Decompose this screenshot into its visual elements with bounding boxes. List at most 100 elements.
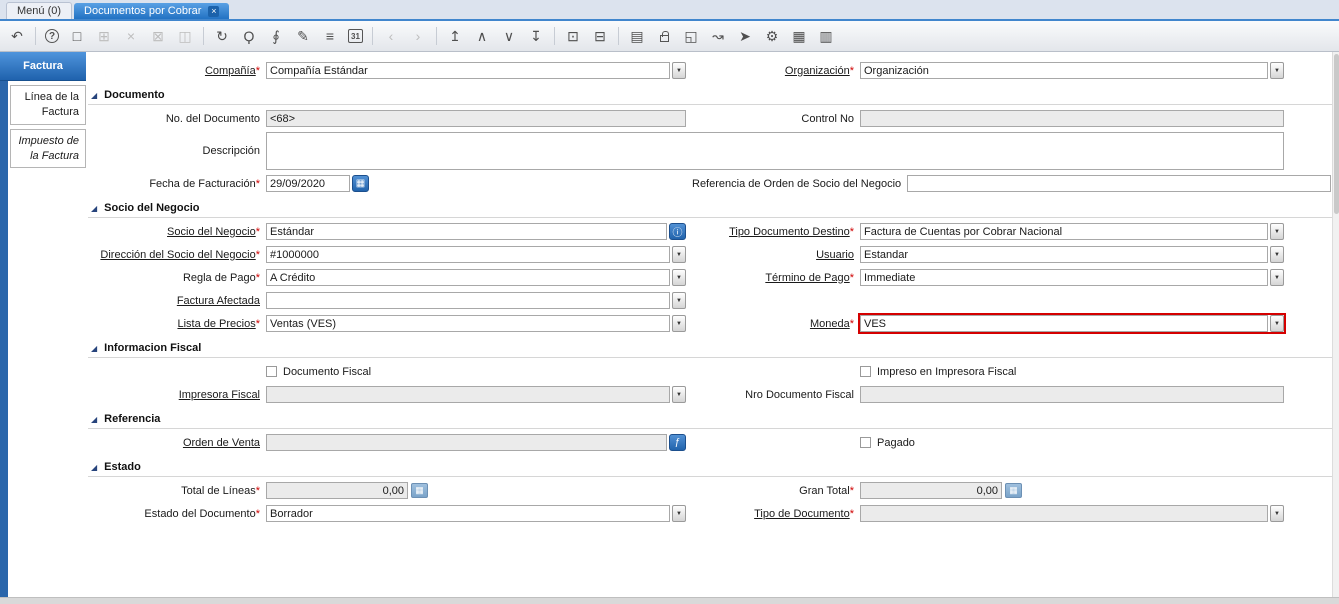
close-tab-icon[interactable]: × — [208, 5, 220, 17]
product-info-icon[interactable]: ▦ — [790, 27, 808, 45]
next-tab-icon[interactable]: › — [409, 27, 427, 45]
referencia-orden-input[interactable] — [907, 175, 1332, 192]
impresora-fiscal-input[interactable] — [266, 386, 670, 403]
moneda-dropdown-button[interactable]: ▼ — [1270, 315, 1284, 332]
delete-selection-icon[interactable]: ⊠ — [149, 27, 167, 45]
impresora-fiscal-label[interactable]: Impresora Fiscal — [86, 389, 260, 401]
next-record-icon[interactable]: ∨ — [500, 27, 518, 45]
pagado-checkbox[interactable] — [860, 437, 871, 448]
business-partner-search-button[interactable]: ⓘ — [669, 223, 686, 240]
tab-factura[interactable]: Factura — [0, 52, 86, 81]
delete-record-icon[interactable]: × — [122, 27, 140, 45]
find-icon[interactable]: Ϙ — [240, 27, 258, 45]
direccion-socio-dropdown-button[interactable]: ▼ — [672, 246, 686, 263]
compania-input[interactable] — [266, 62, 670, 79]
estado-documento-dropdown-button[interactable]: ▼ — [672, 505, 686, 522]
direccion-socio-input[interactable] — [266, 246, 670, 263]
orden-venta-zoom-button[interactable]: ƒ — [669, 434, 686, 451]
detail-record-icon[interactable]: ⊟ — [591, 27, 609, 45]
workflow-icon[interactable]: ↝ — [709, 27, 727, 45]
compania-dropdown-button[interactable]: ▼ — [672, 62, 686, 79]
report-icon[interactable]: ▥ — [817, 27, 835, 45]
last-record-icon[interactable]: ↧ — [527, 27, 545, 45]
termino-pago-dropdown-button[interactable]: ▼ — [1270, 269, 1284, 286]
nro-doc-fiscal-input[interactable] — [860, 386, 1284, 403]
documento-fiscal-checkbox[interactable] — [266, 366, 277, 377]
usuario-label[interactable]: Usuario — [692, 249, 854, 261]
scrollbar-thumb[interactable] — [1334, 54, 1339, 214]
zoom-across-icon[interactable]: ◱ — [682, 27, 700, 45]
previous-tab-icon[interactable]: ‹ — [382, 27, 400, 45]
tab-impuesto-factura[interactable]: Impuesto de la Factura — [10, 128, 86, 169]
tipo-documento-label[interactable]: Tipo de Documento* — [692, 508, 854, 520]
tipo-doc-destino-label[interactable]: Tipo Documento Destino* — [692, 226, 854, 238]
tab-linea-factura[interactable]: Línea de la Factura — [10, 85, 86, 125]
socio-negocio-label[interactable]: Socio del Negocio* — [86, 226, 260, 238]
tipo-doc-destino-input[interactable] — [860, 223, 1268, 240]
impresora-fiscal-dropdown-button[interactable]: ▼ — [672, 386, 686, 403]
socio-negocio-input[interactable] — [266, 223, 667, 240]
compania-label[interactable]: Compañía* — [86, 65, 260, 77]
usuario-input[interactable] — [860, 246, 1268, 263]
undo-icon[interactable]: ↶ — [8, 27, 26, 45]
tipo-documento-input[interactable] — [860, 505, 1268, 522]
date-picker-button[interactable]: ▦ — [352, 175, 369, 192]
no-documento-input[interactable] — [266, 110, 686, 127]
grid-toggle-icon[interactable]: ≡ — [321, 27, 339, 45]
parent-record-icon[interactable]: ⊡ — [564, 27, 582, 45]
lista-precios-input[interactable] — [266, 315, 670, 332]
gran-total-input[interactable] — [860, 482, 1002, 499]
tab-sidebar: Factura Línea de la Factura Impuesto de … — [0, 52, 86, 169]
descripcion-textarea[interactable] — [266, 132, 1284, 170]
lock-icon[interactable] — [655, 27, 673, 45]
collapse-arrow-icon[interactable]: ◢ — [91, 415, 97, 424]
orden-venta-label[interactable]: Orden de Venta — [86, 437, 260, 449]
refresh-icon[interactable]: ↻ — [213, 27, 231, 45]
attachment-icon[interactable]: ∮ — [267, 27, 285, 45]
factura-afectada-input[interactable] — [266, 292, 670, 309]
new-record-icon[interactable]: □ — [68, 27, 86, 45]
collapse-arrow-icon[interactable]: ◢ — [91, 344, 97, 353]
termino-pago-input[interactable] — [860, 269, 1268, 286]
usuario-dropdown-button[interactable]: ▼ — [1270, 246, 1284, 263]
previous-record-icon[interactable]: ∧ — [473, 27, 491, 45]
termino-pago-label[interactable]: Término de Pago* — [692, 272, 854, 284]
preferences-icon[interactable]: ⚙ — [763, 27, 781, 45]
collapse-arrow-icon[interactable]: ◢ — [91, 91, 97, 100]
calculator-button[interactable]: ▦ — [1005, 483, 1022, 498]
calculator-button[interactable]: ▦ — [411, 483, 428, 498]
copy-record-icon[interactable]: ⊞ — [95, 27, 113, 45]
organizacion-dropdown-button[interactable]: ▼ — [1270, 62, 1284, 79]
estado-documento-input[interactable] — [266, 505, 670, 522]
factura-afectada-label[interactable]: Factura Afectada — [86, 295, 260, 307]
regla-pago-dropdown-button[interactable]: ▼ — [672, 269, 686, 286]
lista-precios-dropdown-button[interactable]: ▼ — [672, 315, 686, 332]
organizacion-input[interactable] — [860, 62, 1268, 79]
control-no-input[interactable] — [860, 110, 1284, 127]
window-tab-documentos[interactable]: Documentos por Cobrar × — [74, 3, 230, 19]
save-icon[interactable]: ◫ — [176, 27, 194, 45]
moneda-label[interactable]: Moneda* — [692, 318, 854, 330]
lista-precios-label[interactable]: Lista de Precios* — [86, 318, 260, 330]
total-lineas-input[interactable] — [266, 482, 408, 499]
collapse-arrow-icon[interactable]: ◢ — [91, 204, 97, 213]
collapse-arrow-icon[interactable]: ◢ — [91, 463, 97, 472]
tipo-doc-destino-dropdown-button[interactable]: ▼ — [1270, 223, 1284, 240]
orden-venta-input[interactable] — [266, 434, 667, 451]
direccion-socio-label[interactable]: Dirección del Socio del Negocio* — [86, 249, 260, 261]
regla-pago-input[interactable] — [266, 269, 670, 286]
fecha-facturacion-input[interactable] — [266, 175, 350, 192]
impreso-fiscal-checkbox[interactable] — [860, 366, 871, 377]
factura-afectada-dropdown-button[interactable]: ▼ — [672, 292, 686, 309]
organizacion-label[interactable]: Organización* — [692, 65, 854, 77]
print-icon[interactable]: ▤ — [628, 27, 646, 45]
tipo-documento-dropdown-button[interactable]: ▼ — [1270, 505, 1284, 522]
first-record-icon[interactable]: ↥ — [446, 27, 464, 45]
window-tab-menu[interactable]: Menú (0) — [6, 2, 73, 19]
help-icon[interactable]: ? — [45, 29, 59, 43]
send-mail-icon[interactable]: ➤ — [736, 27, 754, 45]
calendar-icon[interactable]: 31 — [348, 29, 363, 43]
moneda-input[interactable] — [860, 315, 1268, 332]
vertical-scrollbar[interactable] — [1332, 52, 1339, 597]
chat-icon[interactable]: ✎ — [294, 27, 312, 45]
